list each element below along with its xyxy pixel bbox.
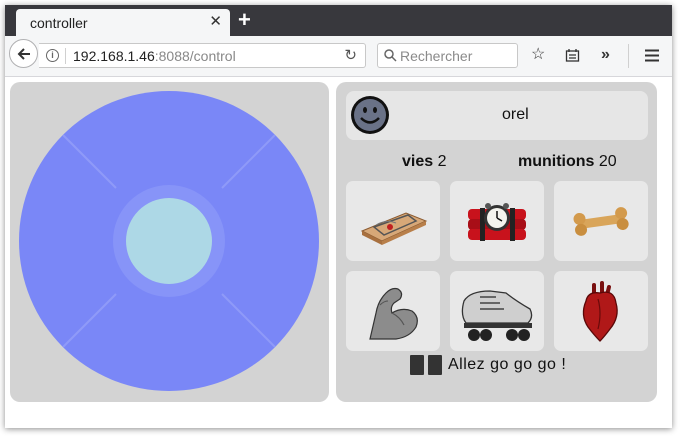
joystick-knob[interactable] bbox=[126, 198, 212, 284]
lives-value: 2 bbox=[437, 153, 447, 170]
search-placeholder: Rechercher bbox=[400, 48, 473, 64]
lives-label: vies bbox=[402, 153, 434, 170]
item-roller-skate[interactable] bbox=[450, 271, 544, 351]
search-icon bbox=[384, 49, 397, 62]
back-button[interactable] bbox=[9, 39, 38, 68]
status-message: Allez go go go ! bbox=[448, 356, 567, 373]
item-muscle[interactable] bbox=[346, 271, 440, 351]
ammo-value: 20 bbox=[598, 153, 617, 170]
item-dynamite[interactable] bbox=[450, 181, 544, 261]
navigation-bar: i 192.168.1.46:8088/control ↻ Rechercher… bbox=[5, 36, 672, 77]
anatomical-heart-icon bbox=[582, 281, 618, 342]
overflow-menu-icon[interactable]: » bbox=[601, 45, 610, 65]
lives-stat: vies 2 bbox=[402, 153, 447, 171]
item-mousetrap[interactable] bbox=[346, 181, 440, 261]
url-separator bbox=[65, 48, 66, 64]
new-tab-button[interactable]: + bbox=[238, 8, 251, 32]
ammo-stat: munitions 20 bbox=[518, 153, 617, 171]
item-bone[interactable] bbox=[554, 181, 648, 261]
browser-window: controller ✕ + i 192.168.1.46:8088/contr… bbox=[5, 5, 672, 428]
joystick[interactable] bbox=[10, 82, 329, 402]
info-icon[interactable]: i bbox=[46, 49, 59, 62]
url-port-path: :8088/control bbox=[154, 48, 236, 64]
roller-skate-icon bbox=[461, 290, 533, 341]
reload-icon[interactable]: ↻ bbox=[344, 46, 357, 64]
ammo-label: munitions bbox=[518, 153, 595, 170]
smiley-avatar-icon bbox=[351, 96, 389, 134]
tab-title: controller bbox=[30, 15, 88, 31]
item-heart[interactable] bbox=[554, 271, 648, 351]
url-text[interactable]: 192.168.1.46:8088/control bbox=[73, 48, 236, 64]
pause-icon-bar[interactable] bbox=[428, 355, 442, 375]
pause-icon[interactable] bbox=[410, 355, 424, 375]
search-bar[interactable]: Rechercher bbox=[377, 43, 518, 68]
flexed-arm-icon bbox=[369, 287, 418, 340]
back-arrow-icon bbox=[17, 48, 30, 60]
tab-strip: controller ✕ + bbox=[5, 5, 672, 36]
status-bar: Allez go go go ! bbox=[410, 355, 566, 377]
dynamite-bomb-icon bbox=[468, 203, 526, 241]
hamburger-menu-icon[interactable] bbox=[644, 49, 660, 62]
player-name: orel bbox=[502, 106, 529, 123]
bone-icon bbox=[573, 207, 629, 236]
joystick-panel bbox=[10, 82, 329, 402]
tab-controller[interactable]: controller ✕ bbox=[16, 9, 230, 36]
mousetrap-icon bbox=[360, 212, 428, 245]
url-bar[interactable]: i 192.168.1.46:8088/control ↻ bbox=[39, 43, 366, 68]
bookmark-star-icon[interactable]: ☆ bbox=[531, 45, 545, 65]
close-tab-icon[interactable]: ✕ bbox=[209, 13, 222, 31]
url-host: 192.168.1.46 bbox=[73, 48, 155, 64]
player-panel: orel vies 2 munitions 20 Allez go go go … bbox=[336, 82, 657, 402]
player-header: orel bbox=[346, 91, 648, 140]
library-icon[interactable] bbox=[565, 48, 580, 63]
page-content: orel vies 2 munitions 20 Allez go go go … bbox=[5, 77, 672, 428]
toolbar-separator bbox=[628, 44, 629, 68]
